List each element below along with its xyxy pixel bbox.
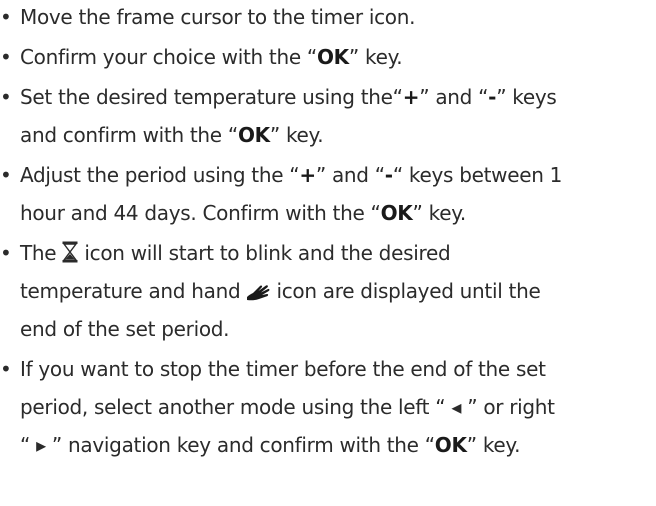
step-6-line-3: “ ▸ ” navigation key and confirm with th… [20,430,520,460]
text: Adjust the period using the “ [20,163,300,187]
step-3-line-1: • Set the desired temperature using the“+… [0,82,557,112]
hand-icon [246,279,270,309]
text: Confirm your choice with the “ [20,45,317,69]
bullet: • [0,85,12,109]
plus-key-label: + [299,163,316,187]
bullet: • [0,241,12,265]
text: If you want to stop the timer before the… [20,357,546,381]
step-5-line-2: temperature and hand icon are displayed … [20,276,541,309]
text: temperature and hand [20,279,247,303]
minus-key-label: - [488,85,497,109]
text: and confirm with the “ [20,123,238,147]
text: ” keys [496,85,557,109]
instruction-list: • Move the frame cursor to the timer icon… [0,0,656,506]
step-4-line-2: hour and 44 days. Confirm with the “OK” … [20,198,466,228]
step-3-line-2: and confirm with the “OK” key. [20,120,324,150]
bullet: • [0,357,12,381]
step-5-line-3: end of the set period. [20,314,230,344]
step-1-line-1: • Move the frame cursor to the timer icon… [0,2,415,32]
step-6-line-1: • If you want to stop the timer before th… [0,354,546,384]
text: Set the desired temperature using the“ [20,85,403,109]
text: hour and 44 days. Confirm with the “ [20,201,381,225]
text: ” and “ [419,85,489,109]
step-4-line-1: • Adjust the period using the “+” and “-“… [0,160,562,190]
text: ” or right [461,395,555,419]
text: ” key. [348,45,403,69]
minus-key-label: - [384,163,393,187]
text: ” key. [466,433,521,457]
bullet: • [0,5,12,29]
text: end of the set period. [20,317,230,341]
text: icon are displayed until the [270,279,541,303]
text: The [20,241,63,265]
text: ” navigation key and confirm with the “ [45,433,435,457]
text: “ [20,433,37,457]
text: Move the frame cursor to the timer icon. [20,5,416,29]
hourglass-icon [62,241,78,271]
bullet: • [0,45,12,69]
bullet: • [0,163,12,187]
step-6-line-2: period, select another mode using the le… [20,392,555,422]
ok-key-label: OK [316,45,349,69]
step-5-line-1: • The icon will start to blink and the de… [0,238,451,271]
ok-key-label: OK [380,201,413,225]
plus-key-label: + [402,85,420,109]
text: ” key. [269,123,324,147]
text: ” and “ [315,163,385,187]
right-arrow-icon: ▸ [36,433,46,457]
ok-key-label: OK [434,433,467,457]
text: “ keys between 1 [392,163,563,187]
text: ” key. [412,201,467,225]
text: period, select another mode using the le… [20,395,452,419]
left-arrow-icon: ◂ [451,395,462,419]
ok-key-label: OK [237,123,270,147]
step-2-line-1: • Confirm your choice with the “OK” key. [0,42,403,72]
text: icon will start to blink and the desired [78,241,451,265]
